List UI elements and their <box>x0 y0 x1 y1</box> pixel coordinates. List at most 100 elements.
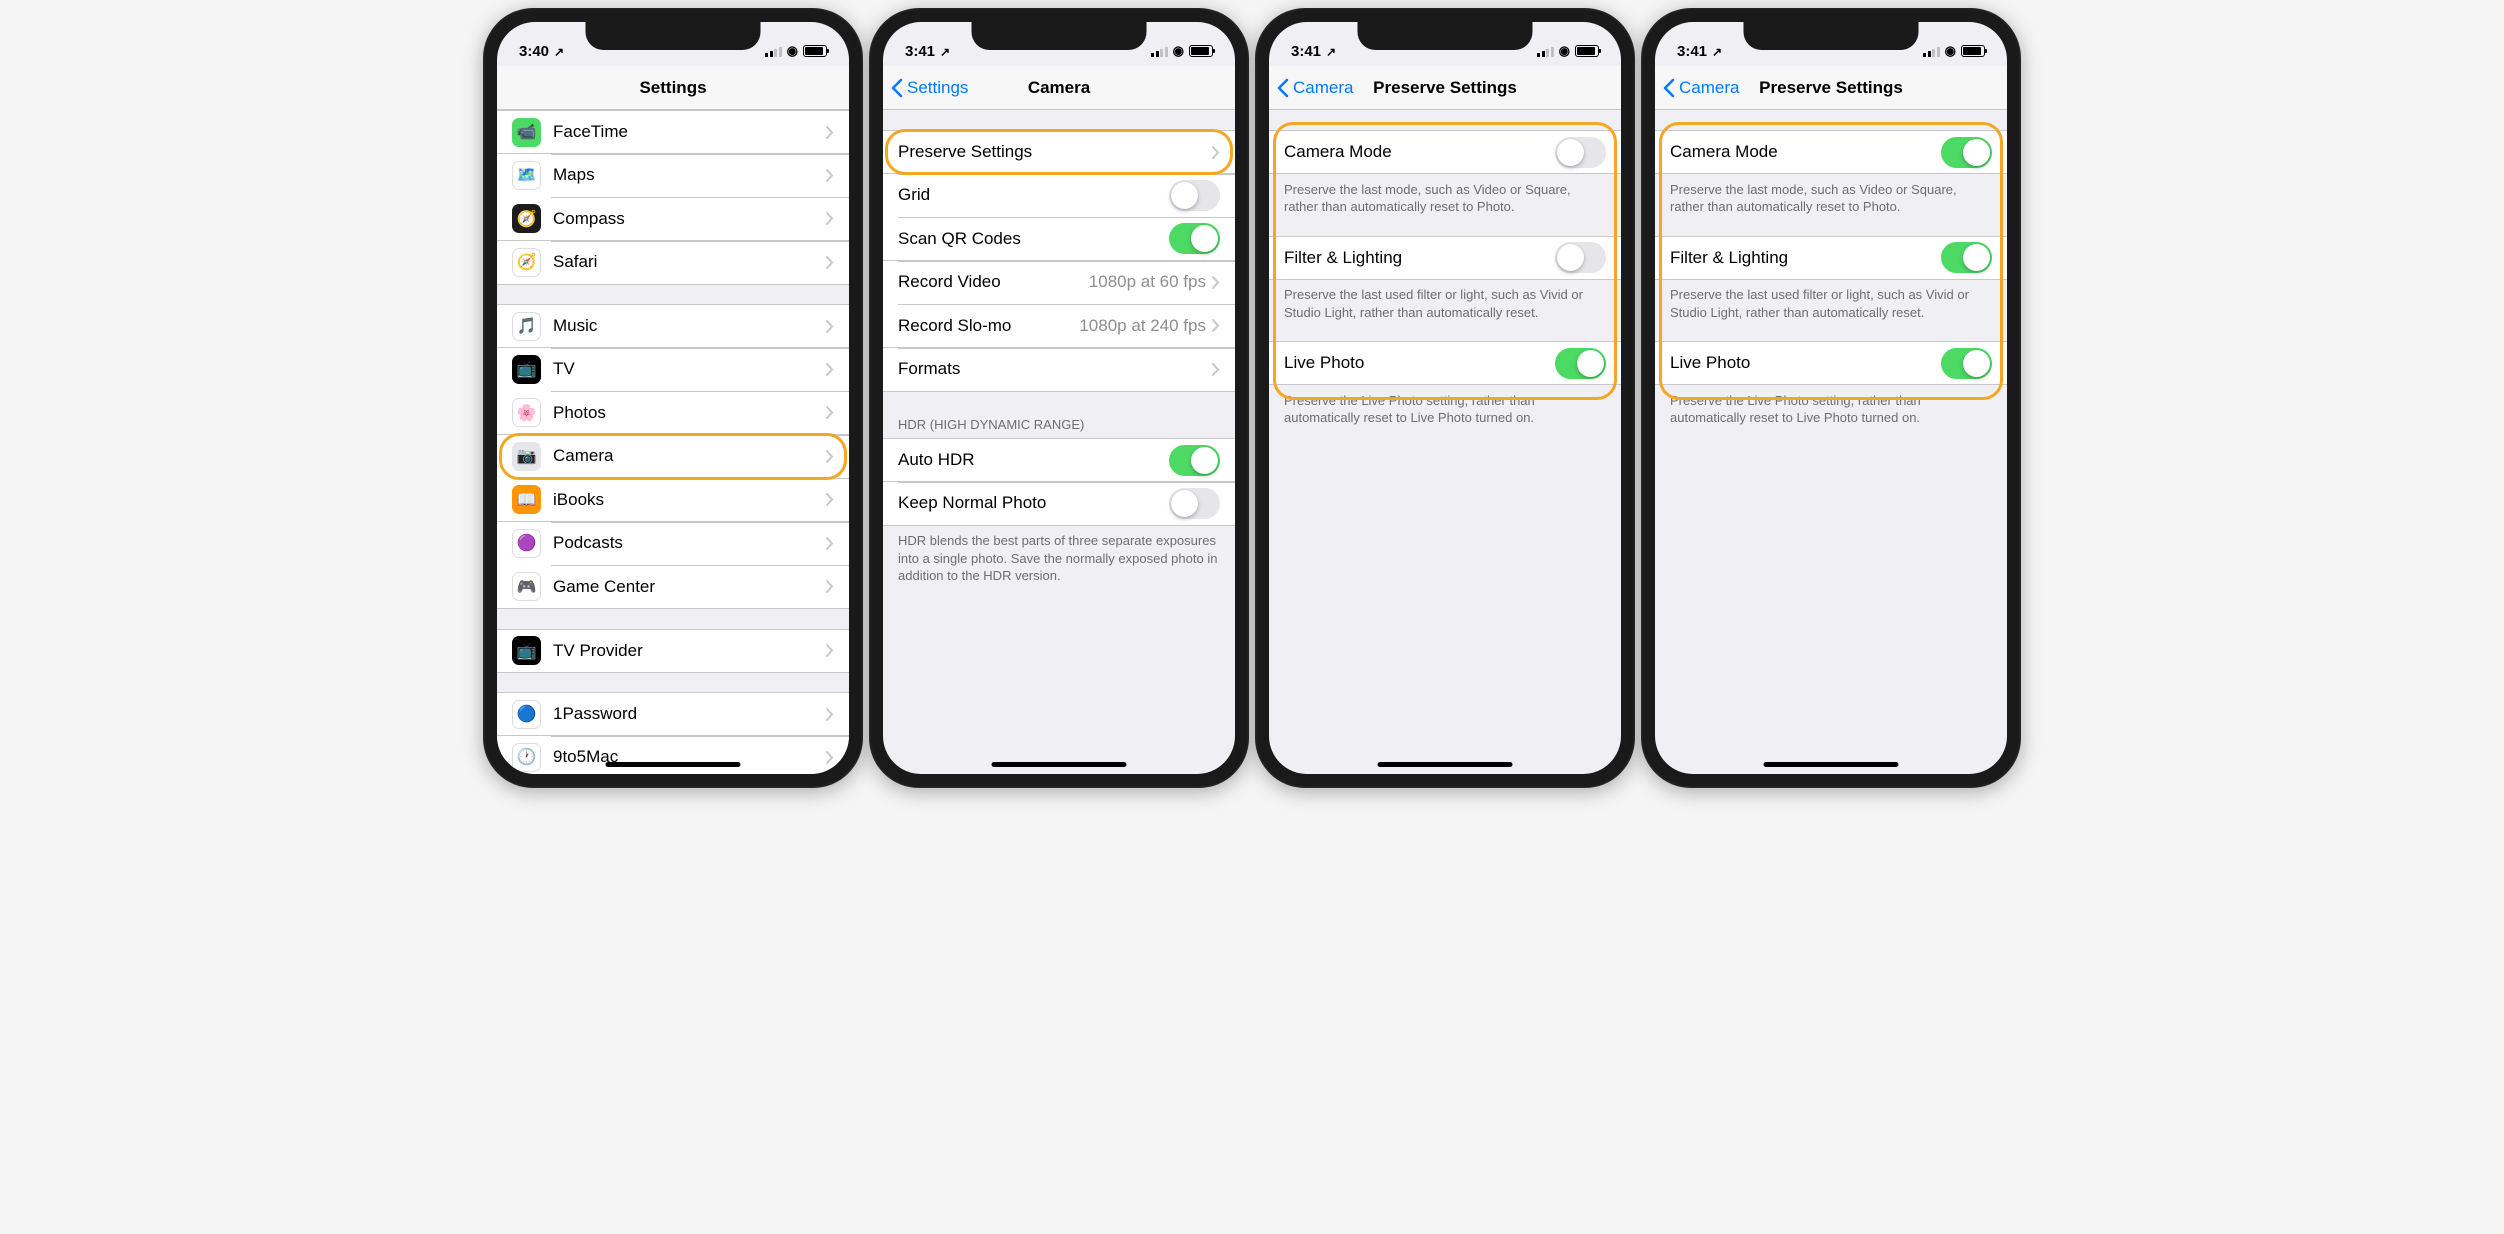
page-title: Preserve Settings <box>1373 78 1517 98</box>
back-label: Settings <box>907 78 968 98</box>
facetime-icon: 📹 <box>512 118 541 147</box>
chevron-right-icon <box>1212 146 1220 159</box>
row-label: Safari <box>553 252 826 272</box>
row-label: Compass <box>553 209 826 229</box>
status-time: 3:41 <box>1677 43 1707 60</box>
battery-icon <box>1961 45 1985 57</box>
settings-row-preserve-settings[interactable]: Preserve Settings <box>883 130 1235 174</box>
row-label: Camera Mode <box>1284 142 1555 162</box>
toggle-switch[interactable] <box>1555 137 1606 168</box>
status-time: 3:41 <box>905 43 935 60</box>
section-footer: Preserve the Live Photo setting, rather … <box>1269 385 1621 427</box>
settings-row-formats[interactable]: Formats <box>883 348 1235 392</box>
settings-row-maps[interactable]: 🗺️ Maps <box>497 154 849 198</box>
location-icon <box>938 43 950 60</box>
section-footer: Preserve the last mode, such as Video or… <box>1655 174 2007 216</box>
settings-row-keep-normal-photo[interactable]: Keep Normal Photo <box>883 482 1235 526</box>
row-label: Photos <box>553 403 826 423</box>
section-footer: Preserve the Live Photo setting, rather … <box>1655 385 2007 427</box>
toggle-switch[interactable] <box>1941 242 1992 273</box>
settings-row-camera[interactable]: 📷Camera <box>497 435 849 479</box>
settings-row-ibooks[interactable]: 📖iBooks <box>497 478 849 522</box>
ibooks-icon: 📖 <box>512 485 541 514</box>
wifi-icon: ◉ <box>1173 43 1184 59</box>
phone-2: 3:41◉CameraPreserve SettingsCamera ModeP… <box>1255 8 1635 788</box>
row-label: Game Center <box>553 577 826 597</box>
9to5-icon: 🕐 <box>512 743 541 772</box>
maps-icon: 🗺️ <box>512 161 541 190</box>
settings-row-camera-mode[interactable]: Camera Mode <box>1269 130 1621 174</box>
section-footer: HDR blends the best parts of three separ… <box>883 525 1235 585</box>
home-indicator[interactable] <box>1764 762 1899 767</box>
toggle-switch[interactable] <box>1169 488 1220 519</box>
settings-row-auto-hdr[interactable]: Auto HDR <box>883 438 1235 482</box>
toggle-switch[interactable] <box>1941 137 1992 168</box>
battery-icon <box>1189 45 1213 57</box>
section-footer: Preserve the last used filter or light, … <box>1655 279 2007 321</box>
navbar: Settings <box>497 66 849 110</box>
row-label: 1Password <box>553 704 826 724</box>
row-label: Podcasts <box>553 533 826 553</box>
settings-row-live-photo[interactable]: Live Photo <box>1269 341 1621 385</box>
home-indicator[interactable] <box>992 762 1127 767</box>
chevron-right-icon <box>826 169 834 182</box>
settings-row-live-photo[interactable]: Live Photo <box>1655 341 2007 385</box>
settings-row-photos[interactable]: 🌸Photos <box>497 391 849 435</box>
page-title: Camera <box>1028 78 1090 98</box>
location-icon <box>1324 43 1336 60</box>
toggle-switch[interactable] <box>1555 348 1606 379</box>
row-label: Music <box>553 316 826 336</box>
toggle-switch[interactable] <box>1169 180 1220 211</box>
home-indicator[interactable] <box>606 762 741 767</box>
settings-row-game-center[interactable]: 🎮Game Center <box>497 565 849 609</box>
chevron-right-icon <box>826 493 834 506</box>
settings-row-filter-lighting[interactable]: Filter & Lighting <box>1269 236 1621 280</box>
back-button[interactable]: Camera <box>1663 66 1739 109</box>
settings-row-podcasts[interactable]: 🟣Podcasts <box>497 522 849 566</box>
settings-row-record-video[interactable]: Record Video1080p at 60 fps <box>883 261 1235 305</box>
back-button[interactable]: Camera <box>1277 66 1353 109</box>
chevron-right-icon <box>826 708 834 721</box>
settings-row-camera-mode[interactable]: Camera Mode <box>1655 130 2007 174</box>
row-label: Keep Normal Photo <box>898 493 1169 513</box>
chevron-right-icon <box>826 751 834 764</box>
row-label: Auto HDR <box>898 450 1169 470</box>
chevron-right-icon <box>826 126 834 139</box>
settings-row-grid[interactable]: Grid <box>883 174 1235 218</box>
signal-icon <box>1537 46 1554 57</box>
settings-row-9to5mac[interactable]: 🕐9to5Mac <box>497 736 849 775</box>
row-label: TV <box>553 359 826 379</box>
navbar: Camera Preserve Settings <box>1269 66 1621 110</box>
page-title: Preserve Settings <box>1759 78 1903 98</box>
phone-3: 3:41◉CameraPreserve SettingsCamera ModeP… <box>1641 8 2021 788</box>
music-icon: 🎵 <box>512 312 541 341</box>
section-header: HDR (HIGH DYNAMIC RANGE) <box>883 411 1235 438</box>
row-label: Scan QR Codes <box>898 229 1169 249</box>
1p-icon: 🔵 <box>512 700 541 729</box>
signal-icon <box>765 46 782 57</box>
settings-row-scan-qr-codes[interactable]: Scan QR Codes <box>883 217 1235 261</box>
row-label: Maps <box>553 165 826 185</box>
row-label: Camera Mode <box>1670 142 1941 162</box>
toggle-switch[interactable] <box>1169 445 1220 476</box>
settings-row-record-slo-mo[interactable]: Record Slo-mo1080p at 240 fps <box>883 304 1235 348</box>
home-indicator[interactable] <box>1378 762 1513 767</box>
settings-row-safari[interactable]: 🧭Safari <box>497 241 849 285</box>
settings-row-tv-provider[interactable]: 📺TV Provider <box>497 629 849 673</box>
toggle-switch[interactable] <box>1941 348 1992 379</box>
settings-row-filter-lighting[interactable]: Filter & Lighting <box>1655 236 2007 280</box>
settings-row-facetime[interactable]: 📹FaceTime <box>497 110 849 154</box>
settings-row-1password[interactable]: 🔵 1Password <box>497 692 849 736</box>
settings-row-music[interactable]: 🎵 Music <box>497 304 849 348</box>
chevron-right-icon <box>826 320 834 333</box>
chevron-right-icon <box>826 537 834 550</box>
back-button[interactable]: Settings <box>891 66 968 109</box>
settings-row-tv[interactable]: 📺TV <box>497 348 849 392</box>
toggle-switch[interactable] <box>1555 242 1606 273</box>
row-label: Camera <box>553 446 826 466</box>
row-detail: 1080p at 240 fps <box>1079 316 1206 336</box>
navbar: Camera Preserve Settings <box>1655 66 2007 110</box>
toggle-switch[interactable] <box>1169 223 1220 254</box>
chevron-right-icon <box>1212 319 1220 332</box>
settings-row-compass[interactable]: 🧭Compass <box>497 197 849 241</box>
